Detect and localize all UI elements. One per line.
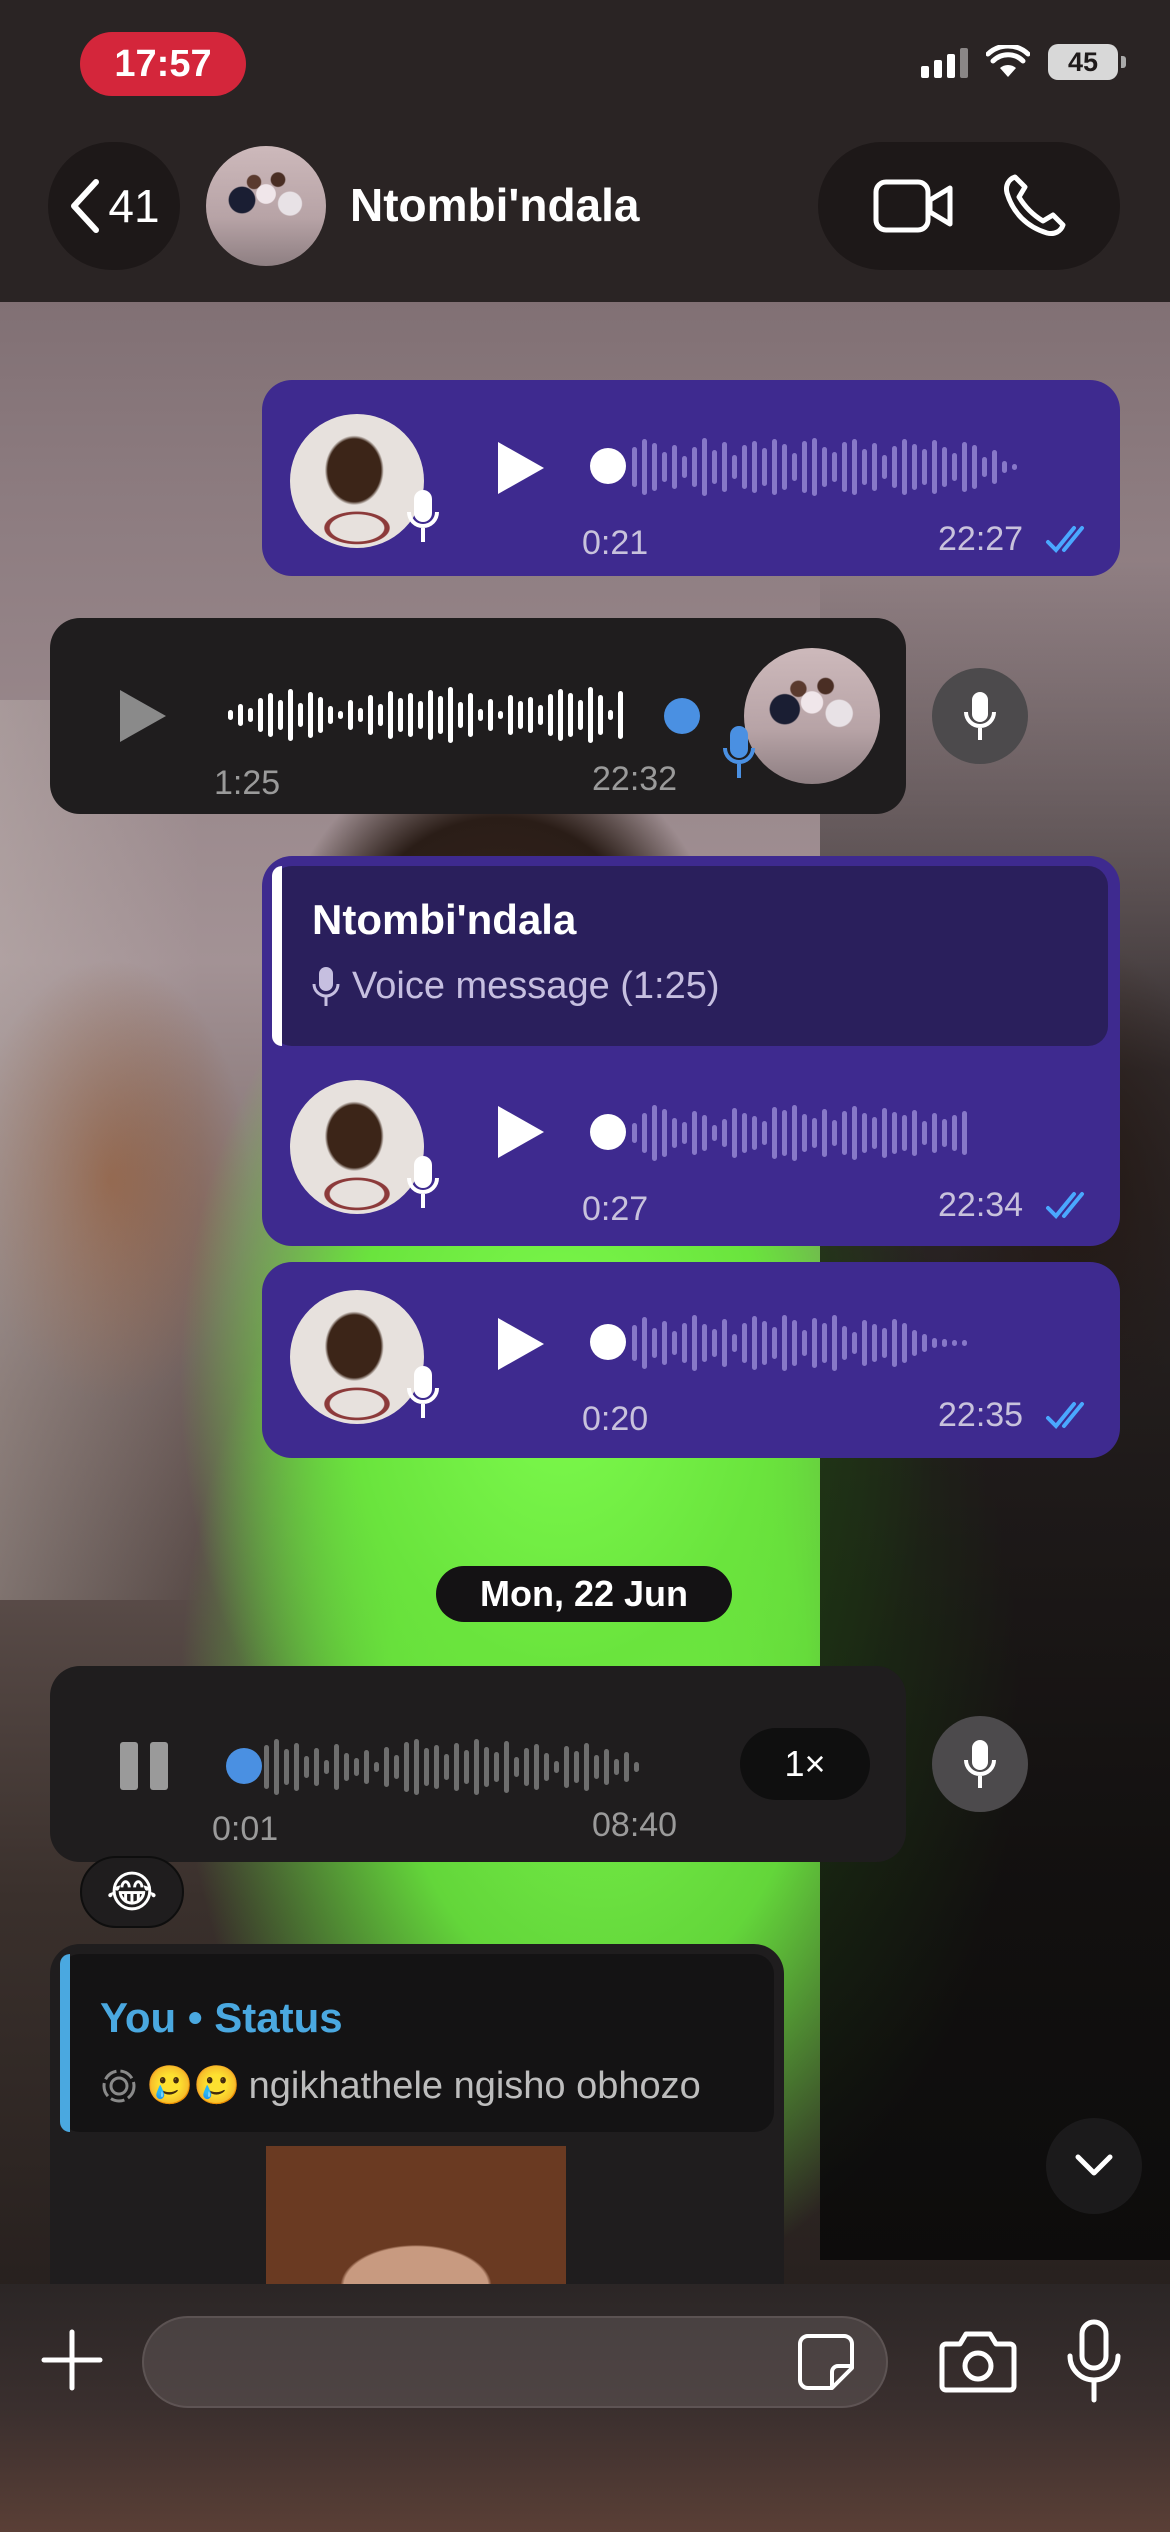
chevron-down-icon	[1075, 2154, 1113, 2176]
video-call-icon[interactable]	[872, 178, 954, 234]
wallpaper-shade-left	[0, 700, 200, 1600]
message-input[interactable]	[142, 2316, 888, 2408]
status-quote[interactable]: You • Status 🥲🥲 ngikhathele ngisho obhoz…	[60, 1954, 774, 2132]
mic-badge-icon	[723, 726, 755, 778]
chevron-left-icon	[71, 179, 100, 233]
outgoing-voice-message[interactable]: 0:20 22:35	[262, 1262, 1120, 1458]
call-buttons	[818, 142, 1120, 270]
quoted-content: Voice message (1:25)	[312, 964, 720, 1008]
sender-avatar	[290, 1290, 424, 1424]
play-icon[interactable]	[120, 690, 166, 742]
mic-icon	[964, 692, 996, 740]
duration: 0:27	[582, 1190, 649, 1228]
sender-avatar	[290, 414, 424, 548]
mic-badge-icon	[407, 1366, 439, 1418]
signal-icon	[921, 46, 968, 78]
duration: 0:20	[582, 1400, 649, 1438]
timestamp: 08:40	[592, 1806, 678, 1844]
outgoing-voice-message[interactable]: 0:21 22:27	[262, 380, 1120, 576]
playback-knob[interactable]	[590, 1324, 626, 1360]
timestamp: 22:32	[592, 760, 678, 798]
play-icon[interactable]	[498, 1106, 544, 1158]
sticker-icon[interactable]	[796, 2332, 856, 2392]
scroll-to-bottom-button[interactable]	[1046, 2118, 1142, 2214]
status-thumbnail[interactable]	[266, 2146, 566, 2284]
elapsed-time: 0:01	[212, 1810, 279, 1848]
mic-badge-icon	[407, 1156, 439, 1208]
playback-knob[interactable]	[226, 1748, 262, 1784]
duration: 0:21	[582, 524, 649, 562]
status-title: You • Status	[100, 1994, 343, 2041]
timestamp: 22:27	[938, 520, 1024, 558]
status-icons: 45	[921, 44, 1126, 80]
read-receipt-icon	[1046, 1192, 1084, 1219]
duration: 1:25	[214, 764, 281, 802]
quoted-message[interactable]: Ntombi'ndala Voice message (1:25)	[272, 866, 1108, 1046]
reaction-emoji[interactable]: 😂	[80, 1856, 184, 1928]
transcribe-mic-button[interactable]	[932, 1716, 1028, 1812]
transcribe-mic-button[interactable]	[932, 668, 1028, 764]
date-separator: Mon, 22 Jun	[436, 1566, 732, 1622]
waveform[interactable]	[228, 680, 623, 750]
waveform[interactable]	[632, 1098, 967, 1168]
status-text: ngikhathele ngisho obhozo	[248, 2064, 701, 2107]
pause-icon[interactable]	[120, 1742, 168, 1790]
camera-icon[interactable]	[938, 2326, 1018, 2396]
phone-icon[interactable]	[1001, 173, 1067, 239]
playback-knob[interactable]	[590, 1114, 626, 1150]
status-time: 17:57	[80, 32, 246, 96]
unread-count: 41	[108, 180, 160, 232]
contact-name[interactable]: Ntombi'ndala	[350, 178, 640, 232]
plus-icon[interactable]	[38, 2326, 106, 2394]
quote-bar	[272, 866, 282, 1046]
playback-speed-button[interactable]: 1×	[740, 1728, 870, 1800]
sender-avatar	[290, 1080, 424, 1214]
playback-knob[interactable]	[590, 448, 626, 484]
playback-knob[interactable]	[664, 698, 700, 734]
waveform[interactable]	[264, 1732, 639, 1802]
play-icon[interactable]	[498, 1318, 544, 1370]
timestamp: 22:34	[938, 1186, 1024, 1224]
chat-header: 17:57 45 41 Ntombi'ndala	[0, 0, 1170, 302]
status-ring-icon	[102, 2069, 136, 2103]
play-icon[interactable]	[498, 442, 544, 494]
record-voice-icon[interactable]	[1064, 2316, 1124, 2406]
read-receipt-icon	[1046, 1402, 1084, 1429]
status-reply-message[interactable]: You • Status 🥲🥲 ngikhathele ngisho obhoz…	[50, 1944, 784, 2284]
battery-icon: 45	[1048, 44, 1126, 80]
waveform[interactable]	[632, 1308, 967, 1378]
back-button[interactable]: 41	[48, 142, 180, 270]
incoming-voice-message[interactable]: 1:25 22:32	[50, 618, 906, 814]
mic-badge-icon	[407, 490, 439, 542]
status-emojis: 🥲🥲	[146, 2065, 241, 2107]
status-caption: 🥲🥲 ngikhathele ngisho obhozo	[100, 2064, 701, 2108]
contact-avatar[interactable]	[206, 146, 326, 266]
timestamp: 22:35	[938, 1396, 1024, 1434]
quote-bar	[60, 1954, 70, 2132]
sender-avatar	[744, 648, 880, 784]
mic-icon	[312, 967, 340, 1006]
quoted-sender: Ntombi'ndala	[312, 896, 577, 943]
mic-icon	[964, 1740, 996, 1788]
read-receipt-icon	[1046, 526, 1084, 553]
quoted-text: Voice message (1:25)	[352, 964, 720, 1007]
wifi-icon	[986, 45, 1030, 77]
waveform[interactable]	[632, 432, 1017, 502]
